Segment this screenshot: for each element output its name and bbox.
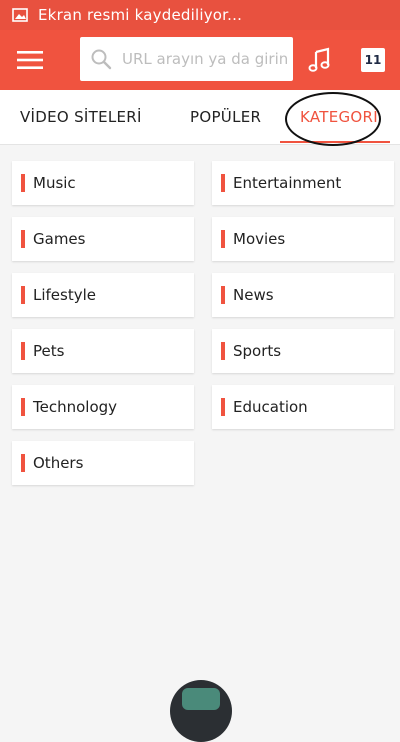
category-card-lifestyle[interactable]: Lifestyle [12,273,194,317]
annotation-circle [285,92,381,146]
tab-video-sites[interactable]: VİDEO SİTELERİ [20,90,142,144]
category-label: Movies [233,230,286,248]
category-label: Sports [233,342,282,360]
category-card-others[interactable]: Others [12,441,194,485]
category-label: Education [233,398,308,416]
floating-thumbnail-button[interactable] [170,680,232,742]
category-card-games[interactable]: Games [12,217,194,261]
category-label: Entertainment [233,174,342,192]
category-accent-bar [21,174,25,192]
category-label: Technology [33,398,118,416]
toolbar: 11 [0,30,400,90]
category-card-technology[interactable]: Technology [12,385,194,429]
category-card-education[interactable]: Education [212,385,394,429]
hamburger-icon [17,51,43,69]
status-bar: Ekran resmi kaydediliyor... [0,0,400,30]
status-text: Ekran resmi kaydediliyor... [38,6,243,24]
category-label: Music [33,174,76,192]
category-accent-bar [21,454,25,472]
category-label: Games [33,230,86,248]
category-card-music[interactable]: Music [12,161,194,205]
category-label: News [233,286,274,304]
category-card-entertainment[interactable]: Entertainment [212,161,394,205]
category-card-pets[interactable]: Pets [12,329,194,373]
tab-count-button[interactable]: 11 [361,48,385,72]
category-card-news[interactable]: News [212,273,394,317]
category-card-sports[interactable]: Sports [212,329,394,373]
category-card-movies[interactable]: Movies [212,217,394,261]
category-accent-bar [21,342,25,360]
search-input[interactable] [120,49,293,69]
category-label: Lifestyle [33,286,97,304]
category-label: Others [33,454,84,472]
category-accent-bar [221,286,225,304]
thumbnail-image [182,688,220,710]
category-accent-bar [21,230,25,248]
category-accent-bar [221,342,225,360]
category-accent-bar [21,286,25,304]
category-label: Pets [33,342,65,360]
menu-button[interactable] [0,30,60,90]
image-icon [12,8,28,22]
music-icon[interactable] [306,46,334,74]
category-accent-bar [221,230,225,248]
category-accent-bar [221,398,225,416]
category-accent-bar [221,174,225,192]
search-box[interactable] [80,37,293,81]
tab-popular[interactable]: POPÜLER [190,90,261,144]
category-accent-bar [21,398,25,416]
search-icon [91,49,112,70]
